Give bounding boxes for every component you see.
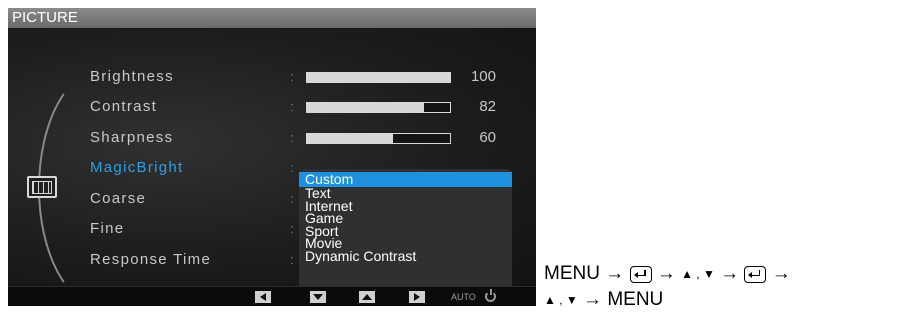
power-icon[interactable]: [485, 289, 496, 302]
enter-key-icon: [744, 265, 767, 283]
menu-item-sharpness[interactable]: Sharpness: [90, 129, 173, 147]
contrast-slider[interactable]: [306, 102, 451, 113]
menu-item-fine[interactable]: Fine: [90, 220, 124, 238]
left-arrow-icon[interactable]: [255, 291, 271, 303]
arrow: →: [605, 263, 625, 284]
instruction-line-1: MENU → → ▲ , ▼ → →: [544, 262, 791, 286]
magicbright-dropdown[interactable]: Custom Text Internet Game Sport Movie Dy…: [299, 169, 512, 303]
right-arrow-icon[interactable]: [409, 291, 425, 303]
separator: :: [290, 99, 294, 114]
contrast-value: 82: [479, 98, 496, 115]
menu-item-response-time[interactable]: Response Time: [90, 251, 211, 269]
separator: :: [290, 130, 294, 145]
arrow: →: [771, 263, 791, 284]
osd-picture-menu: PICTURE Brightness : 100 Contrast : 82 S…: [8, 8, 536, 306]
menu-item-brightness[interactable]: Brightness: [90, 68, 174, 86]
up-down-keys: ▲ , ▼: [544, 293, 578, 307]
up-down-keys: ▲ , ▼: [681, 267, 715, 281]
menu-item-coarse[interactable]: Coarse: [90, 190, 146, 208]
instruction-line-2: ▲ , ▼ → MENU: [544, 288, 663, 312]
sharpness-slider[interactable]: [306, 133, 451, 144]
sharpness-value: 60: [479, 129, 496, 146]
menu-item-magicbright[interactable]: MagicBright: [90, 159, 184, 177]
separator: :: [290, 69, 294, 84]
separator: :: [290, 191, 294, 206]
enter-key-icon: [629, 265, 652, 283]
separator: :: [290, 252, 294, 267]
menu-item-contrast[interactable]: Contrast: [90, 98, 157, 116]
separator: :: [290, 160, 294, 175]
osd-button-bar: AUTO: [8, 286, 536, 306]
up-arrow-icon[interactable]: [359, 291, 375, 303]
brightness-value: 100: [470, 68, 496, 85]
auto-button[interactable]: AUTO: [451, 290, 476, 304]
arrow: →: [656, 263, 676, 284]
brightness-level: [307, 73, 450, 82]
osd-title: PICTURE: [8, 8, 536, 28]
menu-key-label: MENU: [607, 289, 664, 310]
arrow: →: [720, 263, 740, 284]
brightness-slider[interactable]: [306, 72, 451, 83]
sharpness-level: [307, 134, 393, 143]
picture-icon: [27, 176, 57, 198]
menu-key-label: MENU: [544, 263, 600, 284]
arrow: →: [583, 289, 603, 310]
down-arrow-icon[interactable]: [310, 291, 326, 303]
contrast-level: [307, 103, 425, 112]
separator: :: [290, 221, 294, 236]
osd-body: Brightness : 100 Contrast : 82 Sharpness…: [8, 28, 536, 306]
option-dynamic-contrast[interactable]: Dynamic Contrast: [299, 249, 512, 263]
